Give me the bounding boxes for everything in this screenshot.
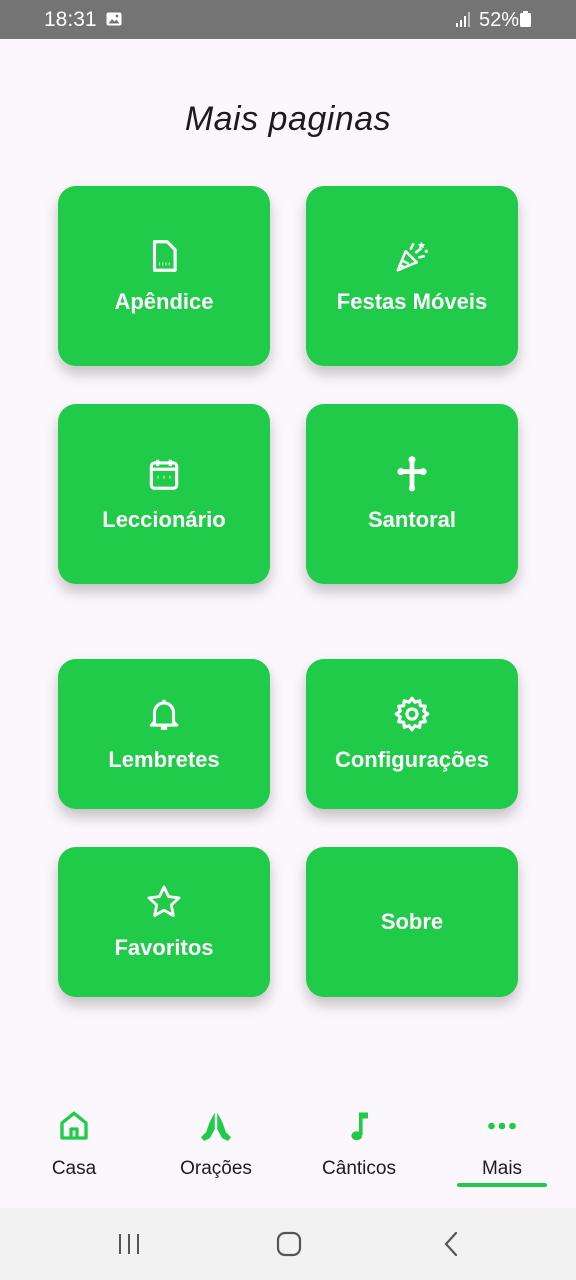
nav-label: Casa [51,1158,97,1179]
recent-apps-icon[interactable] [114,1230,144,1258]
system-navigation-bar [0,1208,576,1280]
page-title: Mais paginas [184,100,392,138]
tile-apendice[interactable]: Apêndice [58,186,270,366]
nav-item-oracoes[interactable]: Orações [144,1090,288,1208]
tile-label: Favoritos [114,935,214,960]
bottom-navigation: Casa Orações Cânticos Mais [0,1090,576,1208]
home-button-icon[interactable] [274,1230,304,1258]
tile-label: Santoral [367,507,457,532]
tile-label: Leccionário [102,507,226,532]
more-dots-icon [488,1122,516,1130]
tile-label: Apêndice [114,289,214,314]
star-icon [147,885,181,917]
praying-hands-icon [201,1112,231,1141]
back-icon[interactable] [436,1230,466,1258]
signal-icon [456,12,470,27]
nav-item-casa[interactable]: Casa [2,1090,146,1208]
tile-sobre[interactable]: Sobre [306,847,518,997]
battery-icon [520,11,531,27]
tile-label: Sobre [380,909,444,934]
active-tab-indicator [457,1183,547,1187]
battery-percentage: 52% [479,9,520,31]
nav-item-mais[interactable]: Mais [430,1090,574,1208]
nav-label: Mais [481,1158,523,1179]
home-icon [60,1111,88,1140]
status-time: 18:31 [44,8,97,31]
tile-label: Configurações [334,747,490,772]
tile-favoritos[interactable]: Favoritos [58,847,270,997]
tile-leccionario[interactable]: Leccionário [58,404,270,584]
calendar-icon [149,459,179,490]
tile-label: Lembretes [108,747,220,772]
nav-label: Orações [180,1158,252,1179]
music-note-icon [351,1112,368,1141]
tile-santoral[interactable]: Santoral [306,404,518,584]
nav-label: Cânticos [322,1158,396,1179]
nav-item-canticos[interactable]: Cânticos [287,1090,431,1208]
image-notification-icon [106,12,122,26]
gear-icon [394,696,430,732]
tile-lembretes[interactable]: Lembretes [58,659,270,809]
tile-festas-moveis[interactable]: Festas Móveis [306,186,518,366]
tile-configuracoes[interactable]: Configurações [306,659,518,809]
party-popper-icon [396,241,428,272]
tile-label: Festas Móveis [336,289,488,314]
bell-icon [149,699,179,730]
document-icon [152,240,177,272]
status-bar: 18:31 52% [0,0,576,39]
cross-icon [397,456,427,492]
